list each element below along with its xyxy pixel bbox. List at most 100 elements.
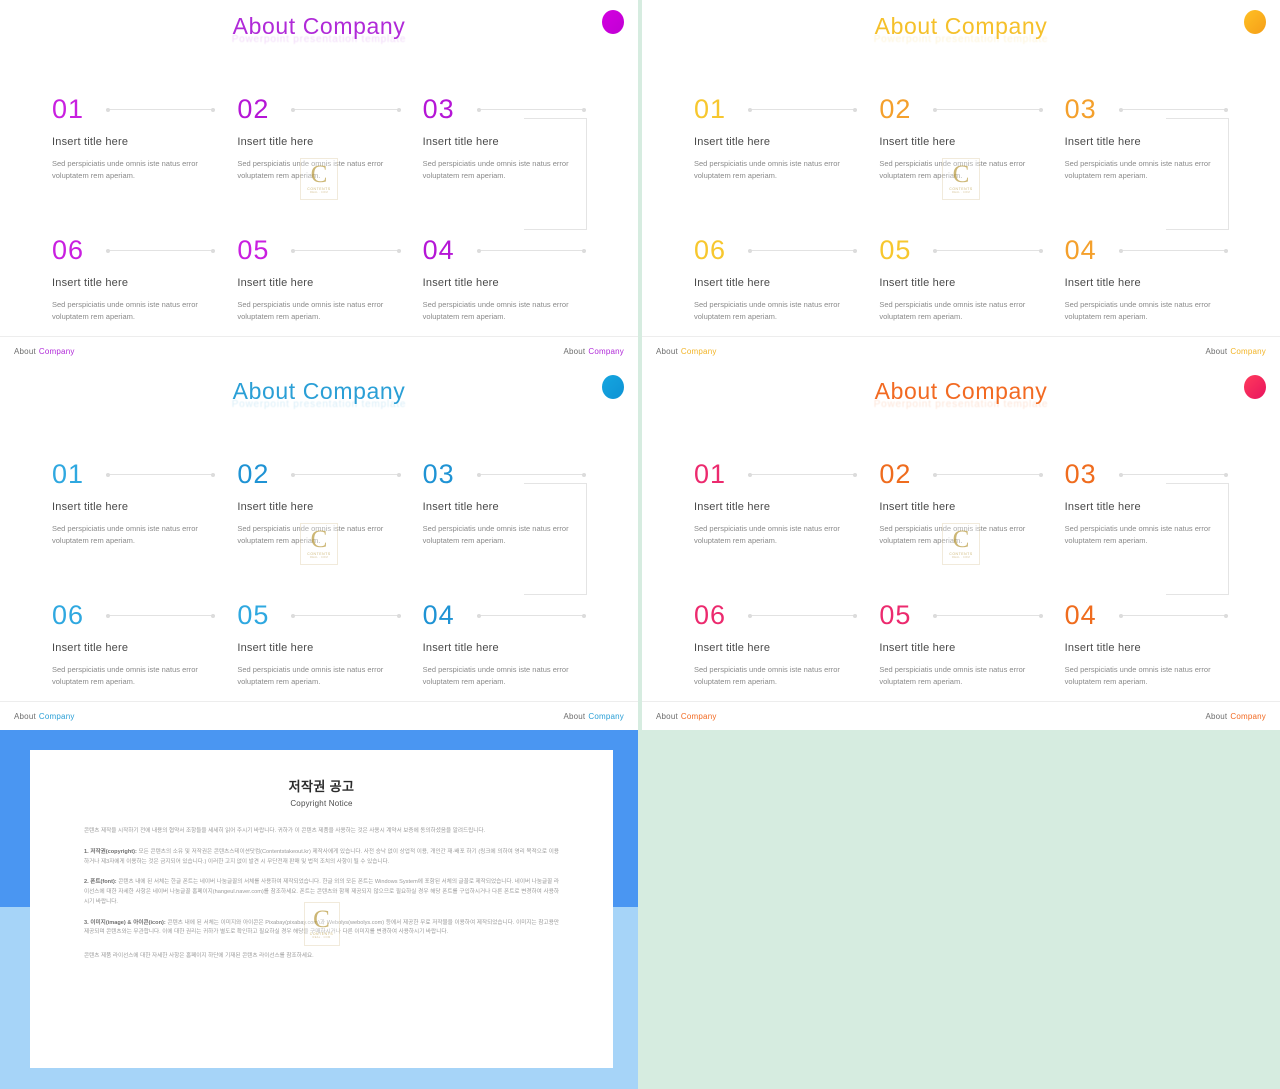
watermark-logo-icon: C CONTENTS REAL . COM: [303, 902, 340, 946]
slide-thumbnail-blue[interactable]: About Company Powerpoint presentation tem…: [0, 365, 638, 730]
step-connector-line: [933, 472, 1043, 477]
slide-header: About Company Powerpoint presentation tem…: [642, 379, 1280, 410]
step-connector-line: [476, 248, 587, 253]
copyright-paragraph-heading: 1. 저작권(copyright):: [84, 848, 137, 855]
footer-left-accent: Company: [38, 346, 75, 356]
step-connector-line: [106, 248, 216, 253]
step-item-05[interactable]: 05 Insert title here Sed perspiciatis unde…: [879, 602, 1064, 687]
step-connector-line: [1118, 472, 1229, 477]
accent-dot-icon: [602, 10, 624, 34]
step-description: Sed perspiciatis unde omnis iste natus e…: [52, 524, 198, 545]
step-number: 03: [1064, 94, 1097, 124]
footer-left-text: About: [656, 346, 678, 356]
step-item-05[interactable]: 05 Insert title here Sed perspiciatis unde…: [237, 602, 422, 687]
step-number: 01: [52, 459, 85, 489]
step-number: 01: [694, 94, 727, 124]
step-header: 05: [237, 237, 422, 264]
step-number: 06: [52, 600, 85, 631]
step-description: Sed perspiciatis unde omnis iste natus e…: [237, 665, 384, 686]
step-title: Insert title here: [237, 642, 314, 655]
footer-right-accent: Company: [1230, 346, 1266, 356]
step-connector-line: [476, 613, 587, 618]
flow-bracket-connector: [524, 483, 587, 595]
watermark-letter: C: [952, 160, 970, 188]
step-header: 04: [1065, 602, 1250, 629]
step-title: Insert title here: [879, 501, 956, 513]
slide-deck: About Company Powerpoint presentation tem…: [0, 0, 1280, 1089]
step-number: 06: [694, 600, 727, 631]
step-description: Sed perspiciatis unde omnis iste natus e…: [1064, 300, 1211, 321]
step-title: Insert title here: [694, 501, 771, 513]
footer-left-text: About: [14, 711, 36, 721]
slide-content: About Company Powerpoint presentation tem…: [0, 0, 638, 365]
step-item-06[interactable]: 06 Insert title here Sed perspiciatis unde…: [694, 237, 879, 322]
footer-right-accent: Company: [588, 346, 624, 356]
watermark-line2: REAL . COM: [312, 936, 331, 940]
copyright-paragraph: 콘텐츠 제작을 시작하기 전에 내용의 협약서 조항들을 세세히 읽어 주시기 …: [84, 828, 486, 834]
footer-left-accent: Company: [680, 346, 717, 356]
step-item-01[interactable]: 01 Insert title here Sed perspiciatis unde…: [52, 96, 237, 181]
copyright-paragraph-heading: 3. 이미지(image) & 아이콘(icon):: [84, 919, 166, 926]
step-item-01[interactable]: 01 Insert title here Sed perspiciatis unde…: [694, 96, 879, 181]
step-item-01[interactable]: 01 Insert title here Sed perspiciatis unde…: [694, 461, 879, 546]
slide-thumbnail-purple[interactable]: About Company Powerpoint presentation tem…: [0, 0, 638, 365]
step-item-04[interactable]: 04 Insert title here Sed perspiciatis unde…: [1065, 237, 1250, 322]
step-number: 02: [879, 94, 912, 124]
step-description: Sed perspiciatis unde omnis iste natus e…: [1064, 665, 1211, 686]
copyright-title: 저작권 공고: [288, 779, 355, 794]
step-header: 04: [423, 237, 608, 264]
step-description: Sed perspiciatis unde omnis iste natus e…: [422, 665, 569, 686]
step-header: 05: [237, 602, 422, 629]
slide-title: About Company: [232, 13, 406, 39]
step-item-05[interactable]: 05 Insert title here Sed perspiciatis unde…: [879, 237, 1064, 322]
step-number: 05: [879, 600, 912, 631]
step-title: Insert title here: [879, 277, 956, 290]
step-item-04[interactable]: 04 Insert title here Sed perspiciatis unde…: [1065, 602, 1250, 687]
watermark-line2: REAL . COM: [310, 556, 328, 560]
step-number: 05: [879, 235, 912, 266]
step-item-06[interactable]: 06 Insert title here Sed perspiciatis unde…: [694, 602, 879, 687]
step-title: Insert title here: [237, 277, 314, 290]
watermark-letter: C: [313, 905, 330, 933]
watermark-letter: C: [310, 525, 328, 553]
step-number: 02: [237, 459, 270, 489]
step-number: 05: [237, 235, 270, 266]
slide-thumbnail-copyright[interactable]: 저작권 공고 Copyright Notice 콘텐츠 제작을 시작하기 전에 …: [0, 730, 638, 1089]
step-header: 06: [694, 237, 879, 264]
step-item-01[interactable]: 01 Insert title here Sed perspiciatis unde…: [52, 461, 237, 546]
slide-thumbnail-yellow[interactable]: About Company Powerpoint presentation tem…: [642, 0, 1280, 365]
slide-header: About Company Powerpoint presentation tem…: [642, 14, 1280, 45]
step-connector-line: [291, 613, 401, 618]
step-number: 01: [694, 459, 727, 489]
step-title: Insert title here: [879, 136, 956, 148]
slide-subtitle: Powerpoint presentation template: [231, 34, 407, 46]
step-description: Sed perspiciatis unde omnis iste natus e…: [422, 300, 569, 321]
step-connector-line: [106, 613, 216, 618]
step-item-04[interactable]: 04 Insert title here Sed perspiciatis unde…: [423, 602, 608, 687]
step-connector-line: [748, 613, 858, 618]
step-title: Insert title here: [52, 136, 129, 148]
accent-dot-icon: [602, 375, 624, 399]
step-connector-line: [933, 613, 1043, 618]
footer-left-text: About: [14, 346, 36, 356]
step-item-05[interactable]: 05 Insert title here Sed perspiciatis unde…: [237, 237, 422, 322]
steps-row-bottom: 06 Insert title here Sed perspiciatis unde…: [694, 237, 1250, 322]
slide-thumbnail-coral[interactable]: About Company Powerpoint presentation tem…: [642, 365, 1280, 730]
step-item-04[interactable]: 04 Insert title here Sed perspiciatis unde…: [423, 237, 608, 322]
step-connector-line: [291, 248, 401, 253]
accent-dot-icon: [1244, 10, 1266, 34]
step-item-06[interactable]: 06 Insert title here Sed perspiciatis unde…: [52, 237, 237, 322]
watermark-logo-icon: C CONTENTS REAL . COM: [300, 523, 338, 565]
slide-content: About Company Powerpoint presentation tem…: [0, 365, 638, 730]
step-item-06[interactable]: 06 Insert title here Sed perspiciatis unde…: [52, 602, 237, 687]
footer-left: About Company: [656, 712, 717, 721]
footer-right-text: About: [563, 711, 586, 721]
watermark-line2: REAL . COM: [952, 191, 970, 195]
step-description: Sed perspiciatis unde omnis iste natus e…: [52, 300, 198, 321]
footer-left: About Company: [14, 347, 75, 356]
step-number: 04: [422, 600, 455, 631]
slide-header: About Company Powerpoint presentation tem…: [0, 379, 638, 410]
step-header: 06: [52, 237, 237, 264]
footer-right-text: About: [1205, 711, 1228, 721]
step-title: Insert title here: [422, 642, 499, 655]
